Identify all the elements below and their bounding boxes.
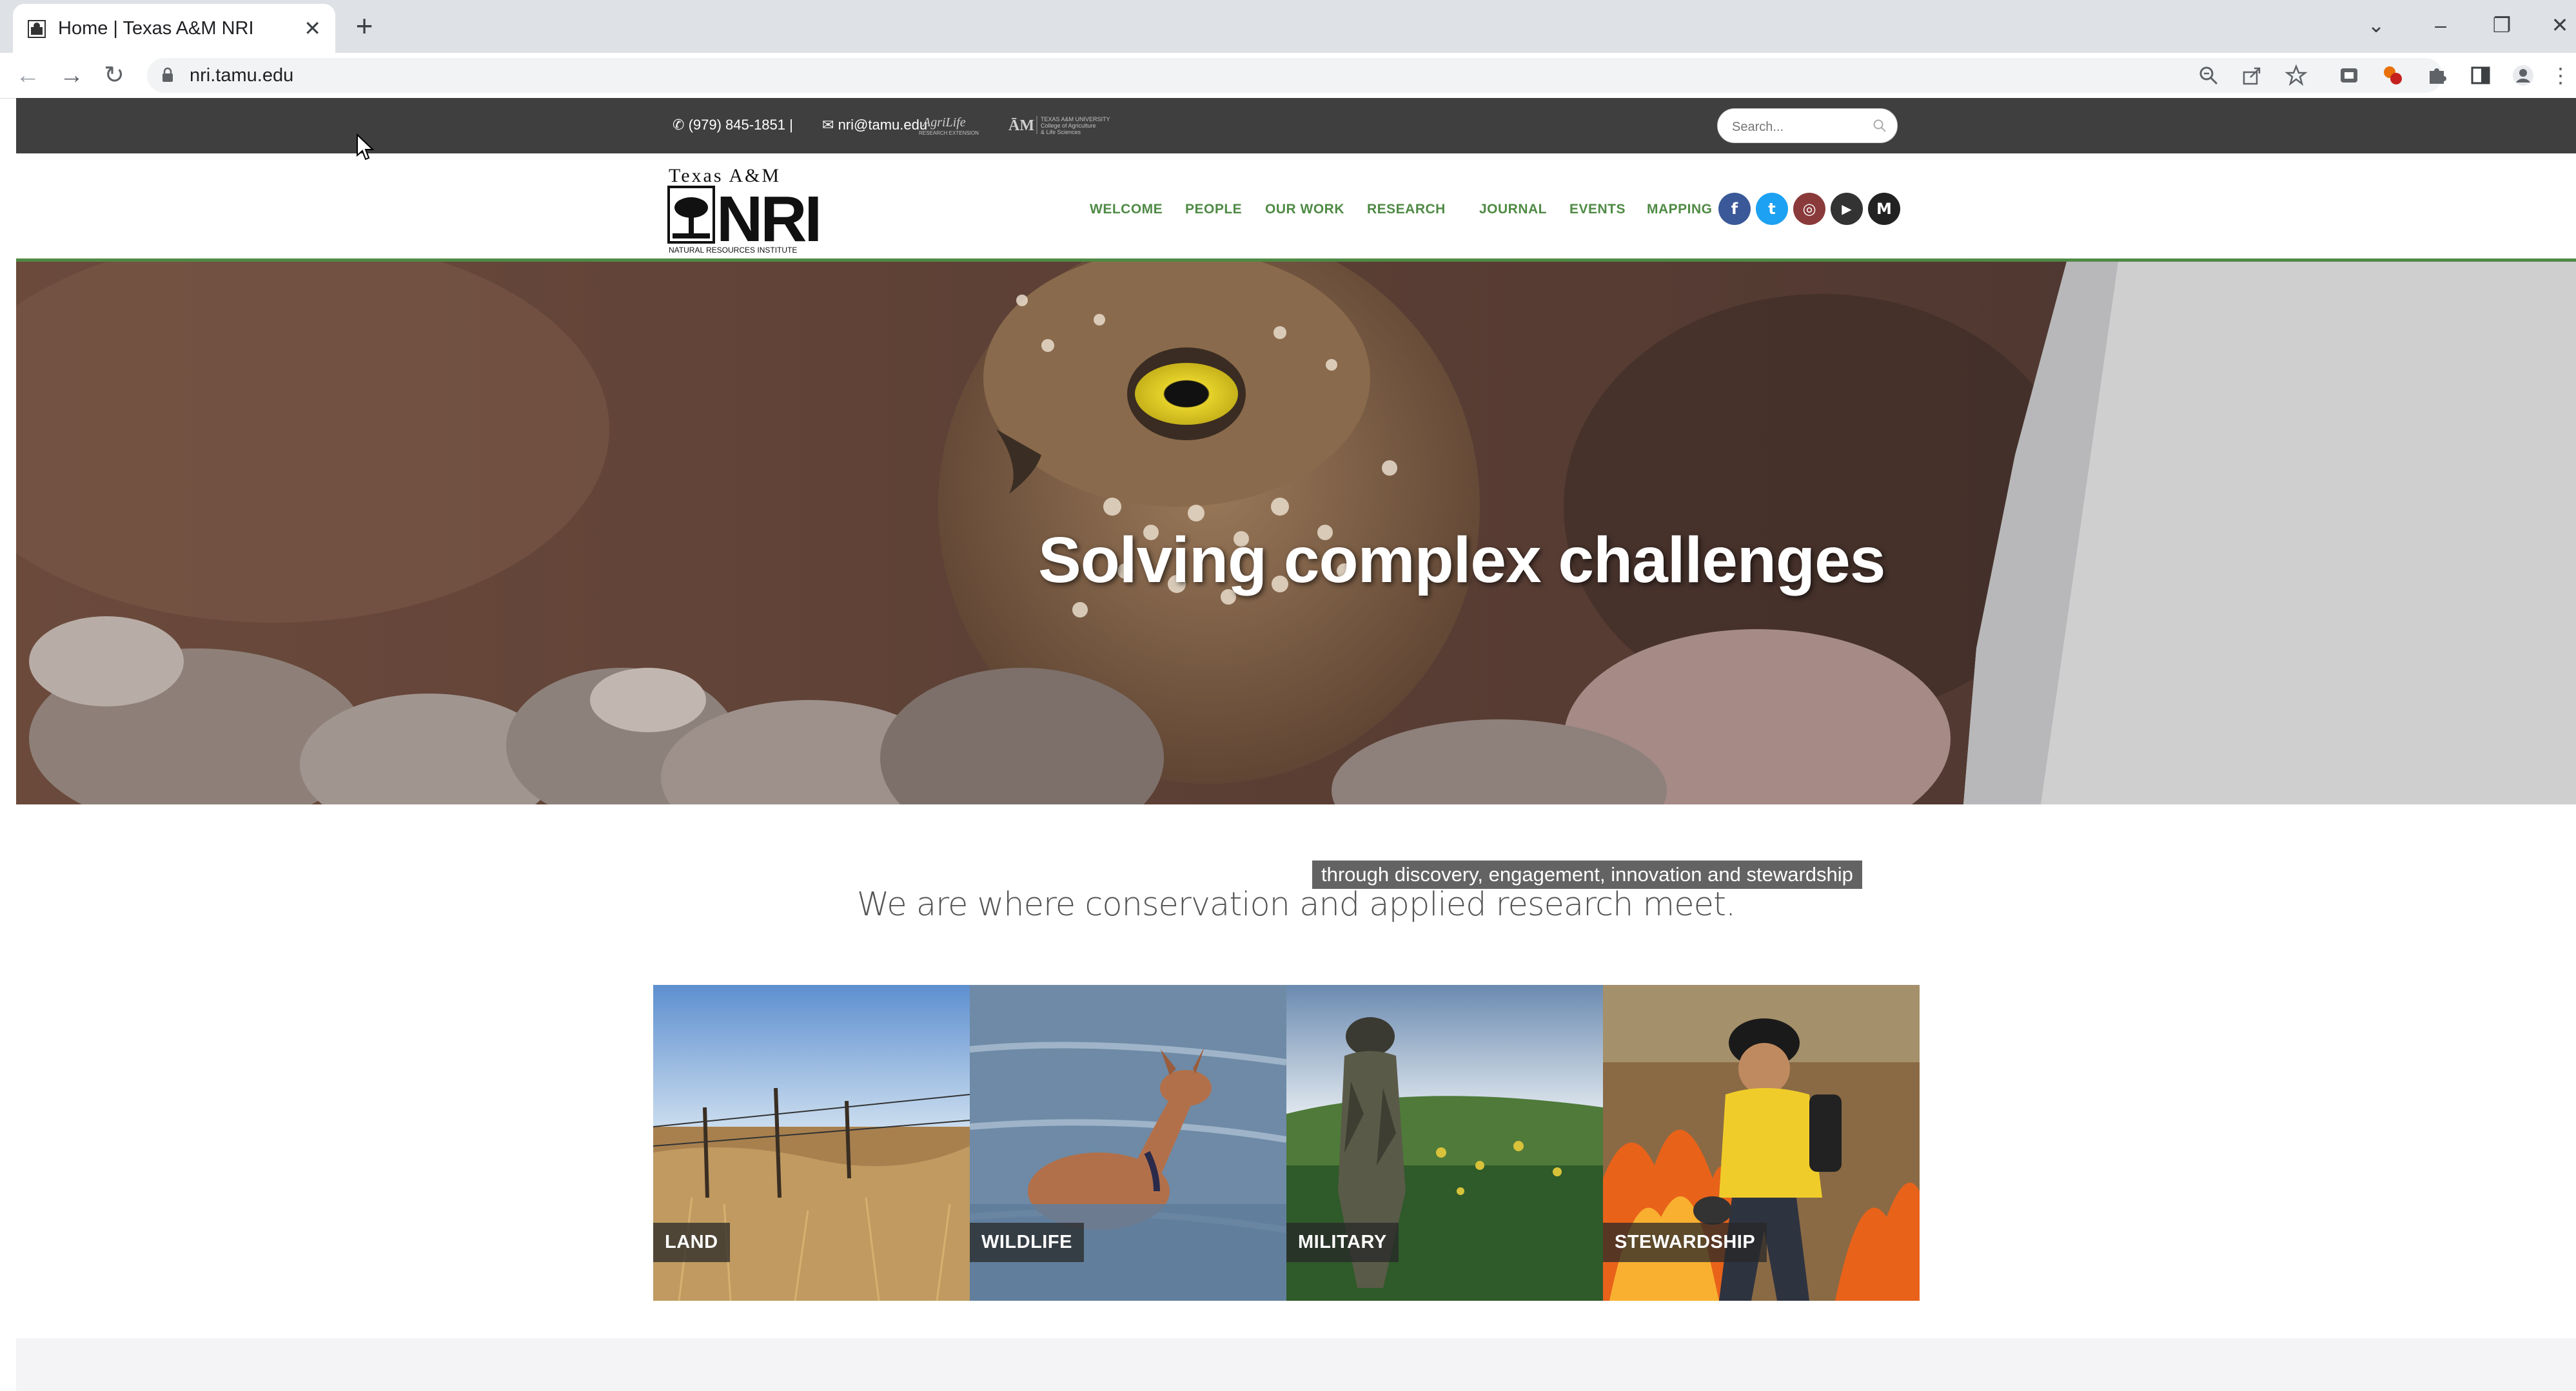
nri-logo[interactable]: Texas A&M NRI NATURAL RESOURCES INSTITUT… <box>667 165 819 255</box>
hero-subtitle: through discovery, engagement, innovatio… <box>1312 861 1862 889</box>
medium-icon[interactable]: M <box>1868 193 1900 225</box>
svg-text:RESEARCH EXTENSION: RESEARCH EXTENSION <box>919 130 979 136</box>
close-window-button[interactable]: ✕ <box>2544 9 2576 41</box>
profile-icon[interactable] <box>2512 64 2534 86</box>
address-bar[interactable]: nri.tamu.edu <box>147 58 2443 93</box>
facebook-icon[interactable]: f <box>1718 193 1751 225</box>
agrilife-logo[interactable]: AgriLife RESEARCH EXTENSION <box>916 112 1000 138</box>
web-page: ✆ (979) 845-1851 | ✉ nri@tamu.edu AgriLi… <box>16 98 2576 1391</box>
tab-title: Home | Texas A&M NRI <box>58 18 254 39</box>
search-icon[interactable] <box>1873 119 1887 133</box>
site-header: Texas A&M NRI NATURAL RESOURCES INSTITUT… <box>16 153 2576 262</box>
nav-research[interactable]: RESEARCH <box>1367 201 1446 218</box>
svg-text:AgriLife: AgriLife <box>921 115 966 130</box>
nav-mapping[interactable]: MAPPING <box>1647 201 1713 218</box>
new-tab-button[interactable]: + <box>348 8 380 44</box>
share-icon[interactable] <box>2241 64 2263 86</box>
nav-people[interactable]: PEOPLE <box>1185 201 1242 218</box>
url-text[interactable]: nri.tamu.edu <box>190 66 293 85</box>
favicon-icon <box>28 20 46 38</box>
twitter-icon[interactable]: t <box>1756 193 1788 225</box>
minimize-button[interactable]: – <box>2424 9 2457 41</box>
tile-label: WILDLIFE <box>970 1223 1084 1262</box>
tab-bar: Home | Texas A&M NRI ✕ + ⌄ – ❐ ✕ <box>0 0 2576 53</box>
tile-wildlife[interactable]: WILDLIFE <box>970 985 1286 1301</box>
lock-icon[interactable] <box>161 67 174 83</box>
tile-stewardship[interactable]: STEWARDSHIP <box>1603 985 1920 1301</box>
phone-icon: ✆ <box>673 117 685 133</box>
zoom-icon[interactable] <box>2197 64 2219 86</box>
mail-icon: ✉ <box>822 117 834 133</box>
tab-search-icon[interactable]: ⌄ <box>2360 9 2392 41</box>
tile-land[interactable]: LAND <box>653 985 970 1301</box>
focus-area-tiles: LAND WILDLIFE MILITARY STEWARDSHIP <box>653 985 1920 1301</box>
email-link[interactable]: ✉ nri@tamu.edu <box>822 116 927 134</box>
site-search[interactable] <box>1717 108 1898 143</box>
extension-icon[interactable] <box>2338 64 2360 86</box>
side-panel-icon[interactable] <box>2470 64 2492 86</box>
instagram-icon[interactable]: ◎ <box>1793 193 1825 225</box>
svg-text:College of Agriculture: College of Agriculture <box>1041 122 1096 129</box>
svg-text:ĀM: ĀM <box>1008 117 1034 134</box>
puzzle-icon[interactable] <box>2426 64 2448 86</box>
contact-bar: ✆ (979) 845-1851 | ✉ nri@tamu.edu AgriLi… <box>16 98 2576 153</box>
nav-events[interactable]: EVENTS <box>1569 201 1626 218</box>
tile-label: MILITARY <box>1286 1223 1399 1262</box>
tile-label: STEWARDSHIP <box>1603 1223 1767 1262</box>
nav-welcome[interactable]: WELCOME <box>1090 201 1163 218</box>
svg-text:NATURAL RESOURCES INSTITUTE: NATURAL RESOURCES INSTITUTE <box>669 246 797 255</box>
svg-text:& Life Sciences: & Life Sciences <box>1041 129 1081 135</box>
tab-close-icon[interactable]: ✕ <box>304 17 321 40</box>
browser-toolbar: ← → ↻ nri.tamu.edu ⋮ <box>0 53 2576 99</box>
extension-colored-icon[interactable] <box>2382 64 2404 86</box>
browser-tab[interactable]: Home | Texas A&M NRI ✕ <box>13 4 335 53</box>
nav-our-work[interactable]: OUR WORK <box>1265 201 1344 218</box>
hero-title: Solving complex challenges <box>1038 524 1885 596</box>
tagline: We are where conservation and applied re… <box>856 886 1736 924</box>
svg-text:TEXAS A&M UNIVERSITY: TEXAS A&M UNIVERSITY <box>1041 116 1110 122</box>
youtube-icon[interactable]: ▶ <box>1831 193 1863 225</box>
footer-band <box>16 1338 2576 1391</box>
forward-icon[interactable]: → <box>55 59 88 92</box>
nav-journal[interactable]: JOURNAL <box>1479 201 1547 218</box>
search-input[interactable] <box>1731 115 1869 139</box>
back-icon[interactable]: ← <box>12 59 44 92</box>
reload-icon[interactable]: ↻ <box>98 59 130 92</box>
svg-text:NRI: NRI <box>716 183 819 255</box>
tile-military[interactable]: MILITARY <box>1286 985 1603 1301</box>
college-logo[interactable]: ĀM TEXAS A&M UNIVERSITY College of Agric… <box>1006 112 1128 138</box>
restore-button[interactable]: ❐ <box>2486 9 2518 41</box>
phone-link[interactable]: ✆ (979) 845-1851 | <box>673 116 793 134</box>
mouse-cursor-icon <box>357 133 374 160</box>
tile-label: LAND <box>653 1223 730 1262</box>
menu-icon[interactable]: ⋮ <box>2550 59 2571 92</box>
bookmark-star-icon[interactable] <box>2285 64 2307 86</box>
